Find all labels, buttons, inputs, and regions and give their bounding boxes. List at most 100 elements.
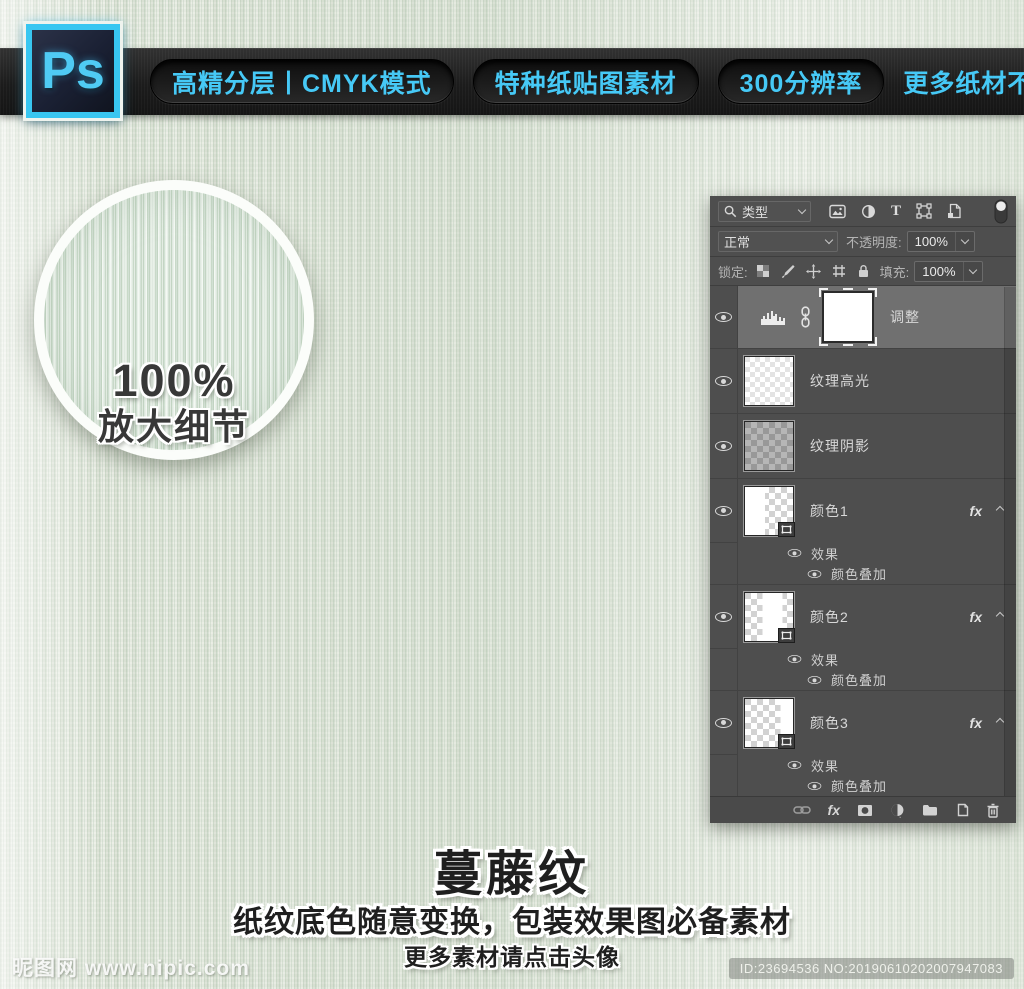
effects-label: 效果 [811,544,839,563]
chevron-down-icon [798,205,806,213]
material-title: 蔓藤纹 [0,834,1024,904]
vector-mask-badge-icon [778,734,795,749]
vector-mask-badge-icon [778,628,795,643]
layer-thumbnail[interactable] [744,486,794,536]
blend-mode-select[interactable]: 正常 [718,231,838,252]
visibility-toggle[interactable] [710,479,738,543]
layers-panel: 类型 T 正常 不透明度: [710,196,1016,823]
new-group-folder-button[interactable] [922,804,938,816]
layers-list: 调整 纹理高光 纹理阴影 [710,286,1016,796]
photoshop-logo-text: Ps [41,45,105,97]
chevron-down-icon [825,236,833,244]
layer-mask-thumbnail[interactable] [822,291,874,343]
collapse-effects-chevron[interactable] [996,612,1004,620]
link-layers-button[interactable] [793,804,811,816]
layer-thumbnail[interactable] [744,421,794,471]
eye-icon[interactable] [788,549,802,557]
delete-layer-trash-button[interactable] [986,803,1000,818]
filter-smart-object-icon[interactable] [947,203,962,219]
layer-thumbnail[interactable] [744,698,794,748]
layer-row-adjustment[interactable]: 调整 [710,286,1016,349]
levels-histogram-icon [760,309,786,326]
layers-filter-row: 类型 T [710,196,1016,227]
layer-name[interactable]: 调整 [890,307,920,327]
filter-type-select[interactable]: 类型 [718,201,811,222]
effects-row[interactable]: 效果 [710,755,1016,775]
new-adjustment-layer-button[interactable] [890,803,905,818]
layer-row-texture-shadow[interactable]: 纹理阴影 [710,414,1016,479]
lock-transparency-icon[interactable] [756,264,770,278]
badge-cmyk-label: 高精分层丨CMYK模式 [172,64,432,100]
eye-icon [715,506,732,516]
visibility-toggle[interactable] [710,414,738,478]
visibility-toggle[interactable] [710,585,738,649]
effects-row[interactable]: 效果 [710,543,1016,563]
chevron-down-icon [968,265,976,273]
layer-row-texture-highlight[interactable]: 纹理高光 [710,349,1016,414]
lock-pixels-brush-icon[interactable] [781,264,795,278]
add-layer-mask-button[interactable] [857,804,873,817]
visibility-toggle[interactable] [710,349,738,413]
filter-adjustment-layers-icon[interactable] [861,204,876,219]
color-overlay-label: 颜色叠加 [831,670,887,689]
layers-scrollbar[interactable] [1004,287,1016,796]
detail-magnifier-caption: 100% 放大细节 [44,358,304,450]
fx-badge: fx [970,609,982,625]
filter-pixel-layers-icon[interactable] [829,204,846,219]
layer-name[interactable]: 纹理高光 [810,371,870,391]
visibility-toggle[interactable] [710,286,738,348]
lock-position-move-icon[interactable] [806,264,821,279]
new-layer-button[interactable] [955,803,969,817]
eye-icon[interactable] [788,655,802,663]
lock-all-padlock-icon[interactable] [857,264,870,278]
layer-name[interactable]: 颜色3 [810,713,849,733]
badge-row: 高精分层丨CMYK模式 特种纸贴图素材 300分辨率 更多纸材不断更新中…… [150,48,1024,115]
layers-lock-row: 锁定: 填充: 100% [710,257,1016,286]
detail-percent-label: 100% [44,358,304,404]
color-overlay-label: 颜色叠加 [831,776,887,795]
layer-name[interactable]: 纹理阴影 [810,436,870,456]
photoshop-logo: Ps [26,24,120,118]
material-subtitle: 纸纹底色随意变换，包装效果图必备素材 [0,897,1024,941]
opacity-dropdown-button[interactable] [955,232,974,251]
layer-name[interactable]: 颜色2 [810,607,849,627]
badge-cmyk: 高精分层丨CMYK模式 [150,59,454,104]
layer-block-color3: 颜色3 fx 效果 颜色叠加 [710,691,1016,796]
fx-badge: fx [970,503,982,519]
collapse-effects-chevron[interactable] [996,506,1004,514]
eye-icon [715,312,732,322]
color-overlay-row[interactable]: 颜色叠加 [710,669,1016,691]
filter-toggle-switch[interactable] [994,199,1008,224]
lock-label: 锁定: [718,262,748,281]
layer-row-color1[interactable]: 颜色1 fx [710,479,1016,543]
collapse-effects-chevron[interactable] [996,718,1004,726]
badge-special-paper: 特种纸贴图素材 [473,59,699,104]
filter-type-layers-icon[interactable]: T [891,203,901,220]
color-overlay-row[interactable]: 颜色叠加 [710,563,1016,585]
opacity-value: 100% [908,234,955,249]
layer-thumbnail[interactable] [744,592,794,642]
layers-blend-row: 正常 不透明度: 100% [710,227,1016,257]
effects-label: 效果 [811,756,839,775]
effects-row[interactable]: 效果 [710,649,1016,669]
eye-icon[interactable] [808,676,822,684]
eye-icon[interactable] [808,782,822,790]
opacity-input[interactable]: 100% [907,231,975,252]
fill-dropdown-button[interactable] [963,262,982,281]
layer-row-color2[interactable]: 颜色2 fx [710,585,1016,649]
eye-icon[interactable] [808,570,822,578]
layer-block-color2: 颜色2 fx 效果 颜色叠加 [710,585,1016,691]
layer-row-color3[interactable]: 颜色3 fx [710,691,1016,755]
visibility-toggle[interactable] [710,691,738,755]
add-layer-style-button[interactable]: fx [828,802,840,818]
filter-shape-layers-icon[interactable] [916,203,932,219]
lock-artboard-icon[interactable] [832,264,846,278]
chevron-down-icon [961,236,969,244]
detail-magnifier-circle: 100% 放大细节 [34,180,314,460]
search-icon [724,205,737,218]
layer-name[interactable]: 颜色1 [810,501,849,521]
eye-icon[interactable] [788,761,802,769]
fill-input[interactable]: 100% [914,261,982,282]
color-overlay-row[interactable]: 颜色叠加 [710,775,1016,796]
layer-thumbnail[interactable] [744,356,794,406]
